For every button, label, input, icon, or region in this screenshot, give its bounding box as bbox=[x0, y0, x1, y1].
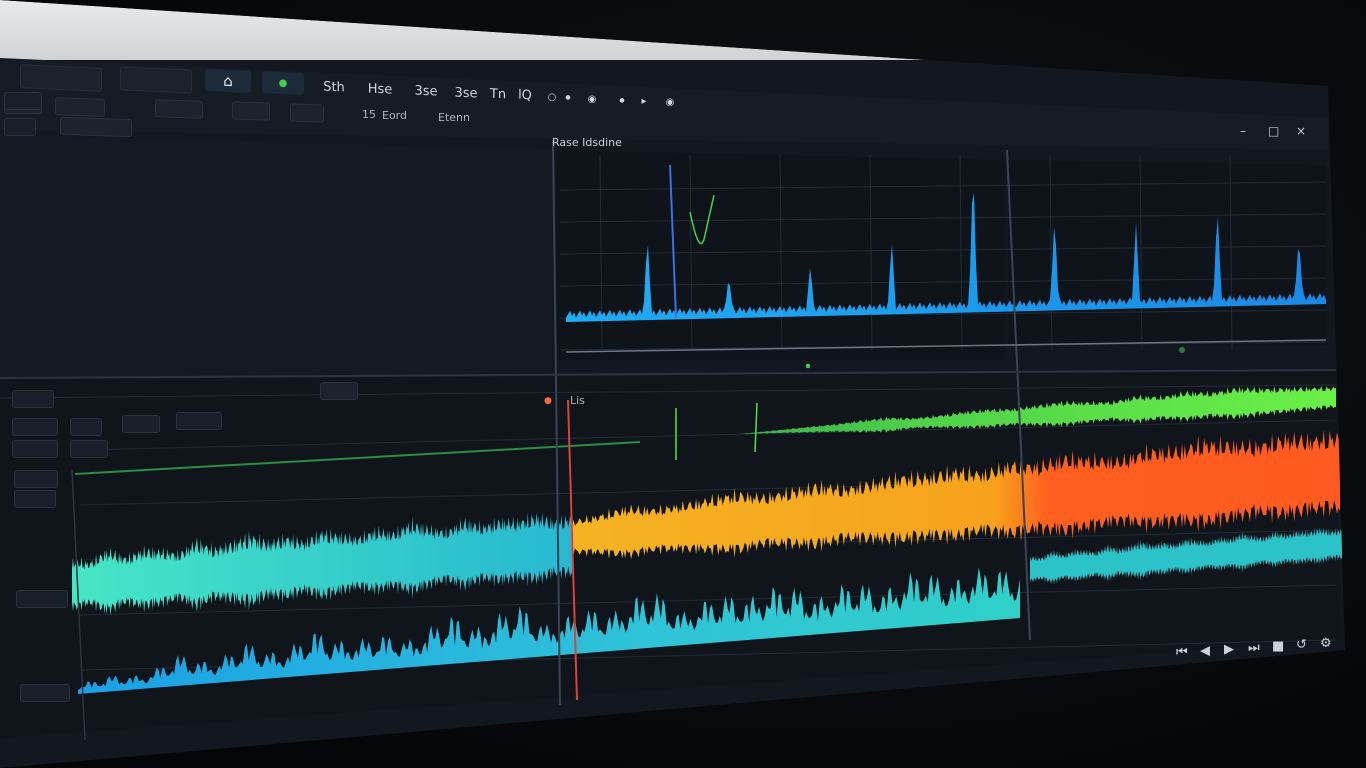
toolbar-left-button-2[interactable] bbox=[120, 66, 192, 94]
dot-icon: ● bbox=[619, 96, 625, 104]
toolbar-left-button-1[interactable] bbox=[20, 64, 102, 92]
track-header-chip-9[interactable] bbox=[14, 490, 56, 508]
gear-icon[interactable]: ⚙ bbox=[1320, 636, 1332, 651]
rewind-icon[interactable]: ◀ bbox=[1200, 644, 1210, 659]
toolbar-icon-button-4[interactable]: ● bbox=[614, 89, 630, 111]
skip-back-icon[interactable]: ⏮ bbox=[1176, 645, 1188, 660]
monitor-scene: ⏮ ◀ ▶ ⏭ ■ ↺ ⚙ ⌂ ● Sth Hse 3se 3se Tn lQ ○ ● bbox=[0, 0, 1366, 768]
maximize-icon[interactable]: □ bbox=[1268, 124, 1279, 138]
toolbar-button-3se-a[interactable]: 3se bbox=[408, 79, 444, 103]
toolbar-button-label: Tn bbox=[489, 86, 507, 102]
toolbar-icon-button-3[interactable]: ◉ bbox=[582, 88, 602, 110]
row2-chip-3[interactable] bbox=[232, 101, 270, 121]
record-button[interactable]: ● bbox=[262, 71, 304, 95]
upper-left-panel bbox=[0, 135, 552, 378]
row2-label-5: 15 bbox=[362, 108, 376, 121]
toolbar-icon-button-2[interactable]: ● bbox=[560, 86, 576, 108]
minimize-icon[interactable]: – bbox=[1240, 124, 1246, 138]
track-header-chip-6[interactable] bbox=[12, 440, 58, 458]
row2-chip-1[interactable] bbox=[55, 97, 105, 117]
track-header-chip-2[interactable] bbox=[12, 418, 58, 436]
toolbar-button-3se-b[interactable]: 3se bbox=[448, 81, 484, 105]
toolbar-button-lq[interactable]: lQ bbox=[512, 83, 538, 106]
track-header-chip-11[interactable] bbox=[20, 684, 70, 702]
dot-icon: ▸ bbox=[641, 95, 647, 107]
lower-tab[interactable] bbox=[320, 382, 358, 400]
toolbar-button-label: Hse bbox=[367, 80, 393, 98]
track-header-chip-7[interactable] bbox=[70, 440, 108, 458]
toolbar-button-label: 3se bbox=[454, 84, 478, 102]
row2-label-7: Etenn bbox=[438, 111, 470, 124]
toolbar-icon-button-1[interactable]: ○ bbox=[542, 86, 562, 108]
spectrum-title: Rase Idsdine bbox=[552, 136, 622, 149]
toolbar-icon-button-5[interactable]: ▸ bbox=[636, 90, 652, 112]
toolbar-button-hse[interactable]: Hse bbox=[362, 77, 398, 101]
lower-marker: Lis bbox=[570, 394, 585, 407]
track-header-chip-3[interactable] bbox=[70, 418, 102, 436]
loop-icon[interactable]: ↺ bbox=[1296, 638, 1307, 653]
left-chip-b[interactable] bbox=[4, 118, 36, 136]
row2-label-6: Eord bbox=[382, 109, 407, 122]
toolbar-icon-button-6[interactable]: ◉ bbox=[660, 91, 680, 113]
track-header-chip-4[interactable] bbox=[122, 415, 160, 433]
close-icon[interactable]: × bbox=[1296, 124, 1306, 138]
home-icon: ⌂ bbox=[223, 71, 233, 91]
toolbar-button-sth[interactable]: Sth bbox=[316, 75, 352, 99]
marker-dot bbox=[1179, 347, 1185, 353]
row2-chip-4[interactable] bbox=[290, 103, 324, 123]
toolbar-button-label: 3se bbox=[414, 82, 438, 100]
circle-icon: ○ bbox=[547, 91, 557, 103]
toolbar-button-tn[interactable]: Tn bbox=[484, 82, 512, 105]
skip-forward-icon[interactable]: ⏭ bbox=[1248, 641, 1260, 656]
dot-icon: ● bbox=[278, 77, 288, 89]
row2-chip-2[interactable] bbox=[155, 99, 203, 119]
toolbar-button-label: lQ bbox=[518, 87, 532, 103]
marker-icon: ● bbox=[544, 396, 552, 406]
toolbar-button-label: Sth bbox=[323, 79, 345, 95]
toolbar: ⌂ ● Sth Hse 3se 3se Tn lQ ○ ● ◉ ● ▸ ◉ 15… bbox=[0, 58, 1345, 138]
circle-icon: ◉ bbox=[587, 93, 597, 105]
stop-icon[interactable]: ■ bbox=[1272, 639, 1284, 654]
track-header-chip-8[interactable] bbox=[14, 470, 58, 488]
home-button[interactable]: ⌂ bbox=[205, 68, 251, 94]
row3-chip[interactable] bbox=[60, 116, 132, 138]
left-chip-a[interactable] bbox=[4, 92, 42, 110]
marker-dot bbox=[805, 363, 811, 369]
track-header-chip-10[interactable] bbox=[16, 590, 68, 608]
track-header-chip-1[interactable] bbox=[12, 390, 54, 408]
monitor-screen: ⏮ ◀ ▶ ⏭ ■ ↺ ⚙ ⌂ ● Sth Hse 3se 3se Tn lQ ○ ● bbox=[0, 0, 1345, 768]
circle-icon: ◉ bbox=[665, 96, 675, 108]
daw-window: ⏮ ◀ ▶ ⏭ ■ ↺ ⚙ ⌂ ● Sth Hse 3se 3se Tn lQ ○ ● bbox=[0, 0, 1345, 768]
track-header-chip-5[interactable] bbox=[176, 412, 222, 430]
dot-icon: ● bbox=[565, 93, 571, 101]
play-icon[interactable]: ▶ bbox=[1224, 642, 1234, 657]
